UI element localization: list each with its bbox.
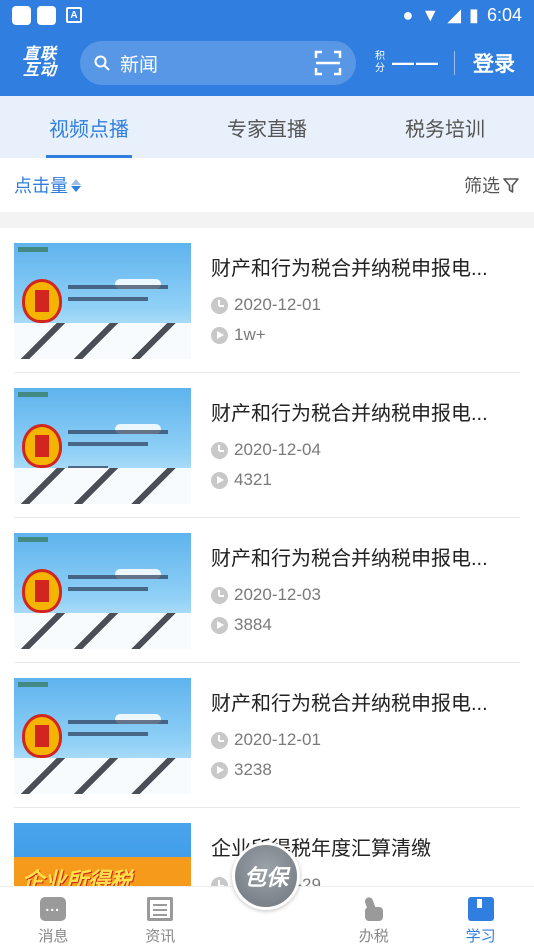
clock-time: 6:04 xyxy=(486,4,522,25)
nav-tax-services[interactable]: 办税 xyxy=(320,887,427,950)
view-count: 3238 xyxy=(234,760,272,779)
login-button[interactable]: 登录 xyxy=(473,48,515,78)
nav-messages[interactable]: 消息 xyxy=(0,887,107,950)
video-list: 财产和行为税合并纳税申报电... 2020-12-01 1w+ 财产和行为税合并… xyxy=(0,228,534,886)
status-bar: A ● ▼ ◢ ▮ 6:04 xyxy=(0,0,534,30)
search-bar[interactable]: 新闻 xyxy=(80,41,356,85)
video-date: 2020-12-03 xyxy=(234,585,321,604)
section-separator xyxy=(0,212,534,228)
points-display: 积分 —— xyxy=(374,50,440,76)
list-item[interactable]: 财产和行为税合并纳税申报电... 2020-12-01 3238 xyxy=(14,663,520,808)
view-count: 4321 xyxy=(234,470,272,489)
video-title: 财产和行为税合并纳税申报电... xyxy=(211,693,488,715)
list-item[interactable]: 财产和行为税合并纳税申报电... 2020-12-04 4321 xyxy=(14,373,520,518)
video-thumbnail xyxy=(14,533,191,649)
play-count-icon xyxy=(211,326,228,344)
news-icon xyxy=(147,897,174,921)
video-thumbnail: 企业所得税 xyxy=(14,823,191,886)
play-count-icon xyxy=(211,471,228,489)
video-date: 2020-12-01 xyxy=(234,295,321,314)
app-header: 直联 互动 新闻 积分 —— 登录 xyxy=(0,30,534,96)
baobao-center-button[interactable]: 包保 xyxy=(232,842,300,910)
scan-icon[interactable] xyxy=(314,49,342,77)
list-item[interactable]: 财产和行为税合并纳税申报电... 2020-12-03 3884 xyxy=(14,518,520,663)
video-title: 财产和行为税合并纳税申报电... xyxy=(211,258,488,280)
battery-icon: ▮ xyxy=(469,4,479,25)
video-thumbnail xyxy=(14,678,191,794)
nav-learning[interactable]: 学习 xyxy=(427,887,534,950)
video-thumbnail xyxy=(14,388,191,504)
thumbnail-caption: 企业所得税 xyxy=(22,868,133,886)
nav-news[interactable]: 资讯 xyxy=(107,887,214,950)
video-date: 2020-12-04 xyxy=(234,440,321,459)
bookmark-book-icon xyxy=(467,897,494,921)
app-notification-icon: A xyxy=(66,7,82,23)
filter-row: 点击量 筛选 xyxy=(0,158,534,212)
clock-icon xyxy=(211,296,228,314)
header-divider xyxy=(454,51,455,75)
video-thumbnail xyxy=(14,243,191,359)
sort-arrows-icon xyxy=(71,178,81,192)
search-icon xyxy=(94,55,110,71)
tab-video-on-demand[interactable]: 视频点播 xyxy=(0,96,178,158)
category-tabs: 视频点播 专家直播 税务培训 xyxy=(0,96,534,158)
clock-icon xyxy=(211,876,228,886)
play-count-icon xyxy=(211,761,228,779)
wifi-icon: ▼ xyxy=(421,4,440,25)
search-input[interactable]: 新闻 xyxy=(120,50,314,77)
points-value: —— xyxy=(392,50,440,75)
points-label: 积分 xyxy=(375,51,385,74)
clock-icon xyxy=(211,441,228,459)
clock-icon xyxy=(211,731,228,749)
notification-icon xyxy=(12,5,31,25)
signal-icon: ◢ xyxy=(447,4,462,25)
app-logo: 直联 互动 xyxy=(22,46,57,79)
location-icon: ● xyxy=(402,4,414,25)
tap-hand-icon xyxy=(361,897,387,921)
tab-expert-live[interactable]: 专家直播 xyxy=(178,96,356,158)
video-title: 财产和行为税合并纳税申报电... xyxy=(211,548,488,570)
funnel-icon xyxy=(503,178,519,193)
filter-button[interactable]: 筛选 xyxy=(464,172,520,198)
tab-tax-training[interactable]: 税务培训 xyxy=(356,96,534,158)
clock-icon xyxy=(211,586,228,604)
video-title: 财产和行为税合并纳税申报电... xyxy=(211,403,488,425)
view-count: 3884 xyxy=(234,615,272,634)
sort-by-clicks-button[interactable]: 点击量 xyxy=(14,172,81,198)
message-icon xyxy=(40,897,67,921)
play-count-icon xyxy=(211,616,228,634)
list-item[interactable]: 财产和行为税合并纳税申报电... 2020-12-01 1w+ xyxy=(14,228,520,373)
notification-icon xyxy=(37,5,56,25)
video-date: 2020-12-01 xyxy=(234,730,321,749)
view-count: 1w+ xyxy=(234,325,266,344)
